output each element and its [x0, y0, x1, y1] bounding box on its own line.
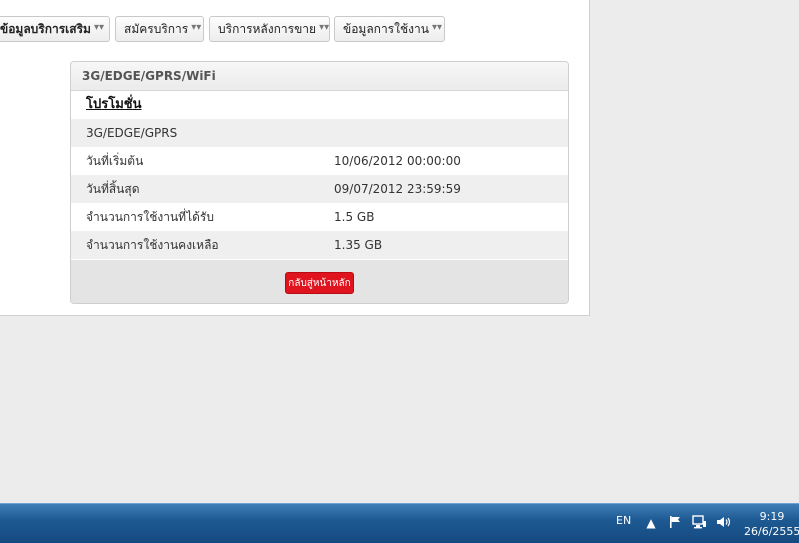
network-icon[interactable] — [691, 515, 707, 531]
row-label: วันที่เริ่มต้น — [86, 154, 144, 168]
row-value: 1.5 GB — [334, 210, 375, 224]
tab-value-added-info[interactable]: ข้อมูลบริการเสริม ▾▾ — [0, 16, 110, 42]
double-chevron-down-icon: ▾▾ — [191, 22, 202, 33]
tab-label: ข้อมูลบริการเสริม — [0, 22, 91, 36]
tab-usage-info[interactable]: ข้อมูลการใช้งาน ▾▾ — [334, 16, 445, 42]
clock-date: 26/6/2555 — [744, 525, 799, 538]
table-row: วันที่สิ้นสุด 09/07/2012 23:59:59 — [71, 175, 568, 203]
row-value: 09/07/2012 23:59:59 — [334, 182, 461, 196]
row-label: จำนวนการใช้งานที่ได้รับ — [86, 210, 214, 224]
action-center-flag-icon[interactable] — [667, 515, 683, 531]
tab-label: บริการหลังการขาย — [218, 22, 317, 36]
web-page: ข้อมูลบริการเสริม ▾▾ สมัครบริการ ▾▾ บริการ… — [0, 0, 590, 316]
package-row: 3G/EDGE/GPRS — [71, 119, 568, 147]
system-clock[interactable]: 9:19 26/6/2555 — [744, 509, 799, 539]
row-value: 1.35 GB — [334, 238, 383, 252]
row-label: วันที่สิ้นสุด — [86, 182, 140, 196]
table-row: จำนวนการใช้งานที่ได้รับ 1.5 GB — [71, 203, 568, 231]
language-indicator[interactable]: EN — [616, 514, 631, 527]
promotion-title: โปรโมชั่น — [86, 97, 142, 112]
row-label: จำนวนการใช้งานคงเหลือ — [86, 238, 219, 252]
back-to-home-button[interactable]: กลับสู่หน้าหลัก — [285, 272, 354, 294]
windows-taskbar: EN ▲ 9:19 26/6/2555 — [0, 503, 799, 543]
tab-label: ข้อมูลการใช้งาน — [343, 22, 429, 36]
row-value: 10/06/2012 00:00:00 — [334, 154, 461, 168]
usage-panel: 3G/EDGE/GPRS/WiFi โปรโมชั่น 3G/EDGE/GPRS… — [70, 61, 569, 304]
show-hidden-icons-icon[interactable]: ▲ — [643, 515, 659, 531]
table-row: วันที่เริ่มต้น 10/06/2012 00:00:00 — [71, 147, 568, 175]
tab-label: สมัครบริการ — [124, 22, 189, 36]
volume-icon[interactable] — [716, 515, 732, 531]
clock-time: 9:19 — [759, 510, 785, 523]
table-row: จำนวนการใช้งานคงเหลือ 1.35 GB — [71, 231, 568, 259]
double-chevron-down-icon: ▾▾ — [319, 22, 330, 33]
panel-footer: กลับสู่หน้าหลัก — [71, 260, 568, 303]
tab-after-sales[interactable]: บริการหลังการขาย ▾▾ — [209, 16, 330, 42]
tab-subscribe[interactable]: สมัครบริการ ▾▾ — [115, 16, 204, 42]
package-name: 3G/EDGE/GPRS — [86, 126, 178, 140]
panel-header: 3G/EDGE/GPRS/WiFi — [71, 62, 568, 91]
double-chevron-down-icon: ▾▾ — [93, 22, 105, 33]
double-chevron-down-icon: ▾▾ — [431, 22, 442, 33]
